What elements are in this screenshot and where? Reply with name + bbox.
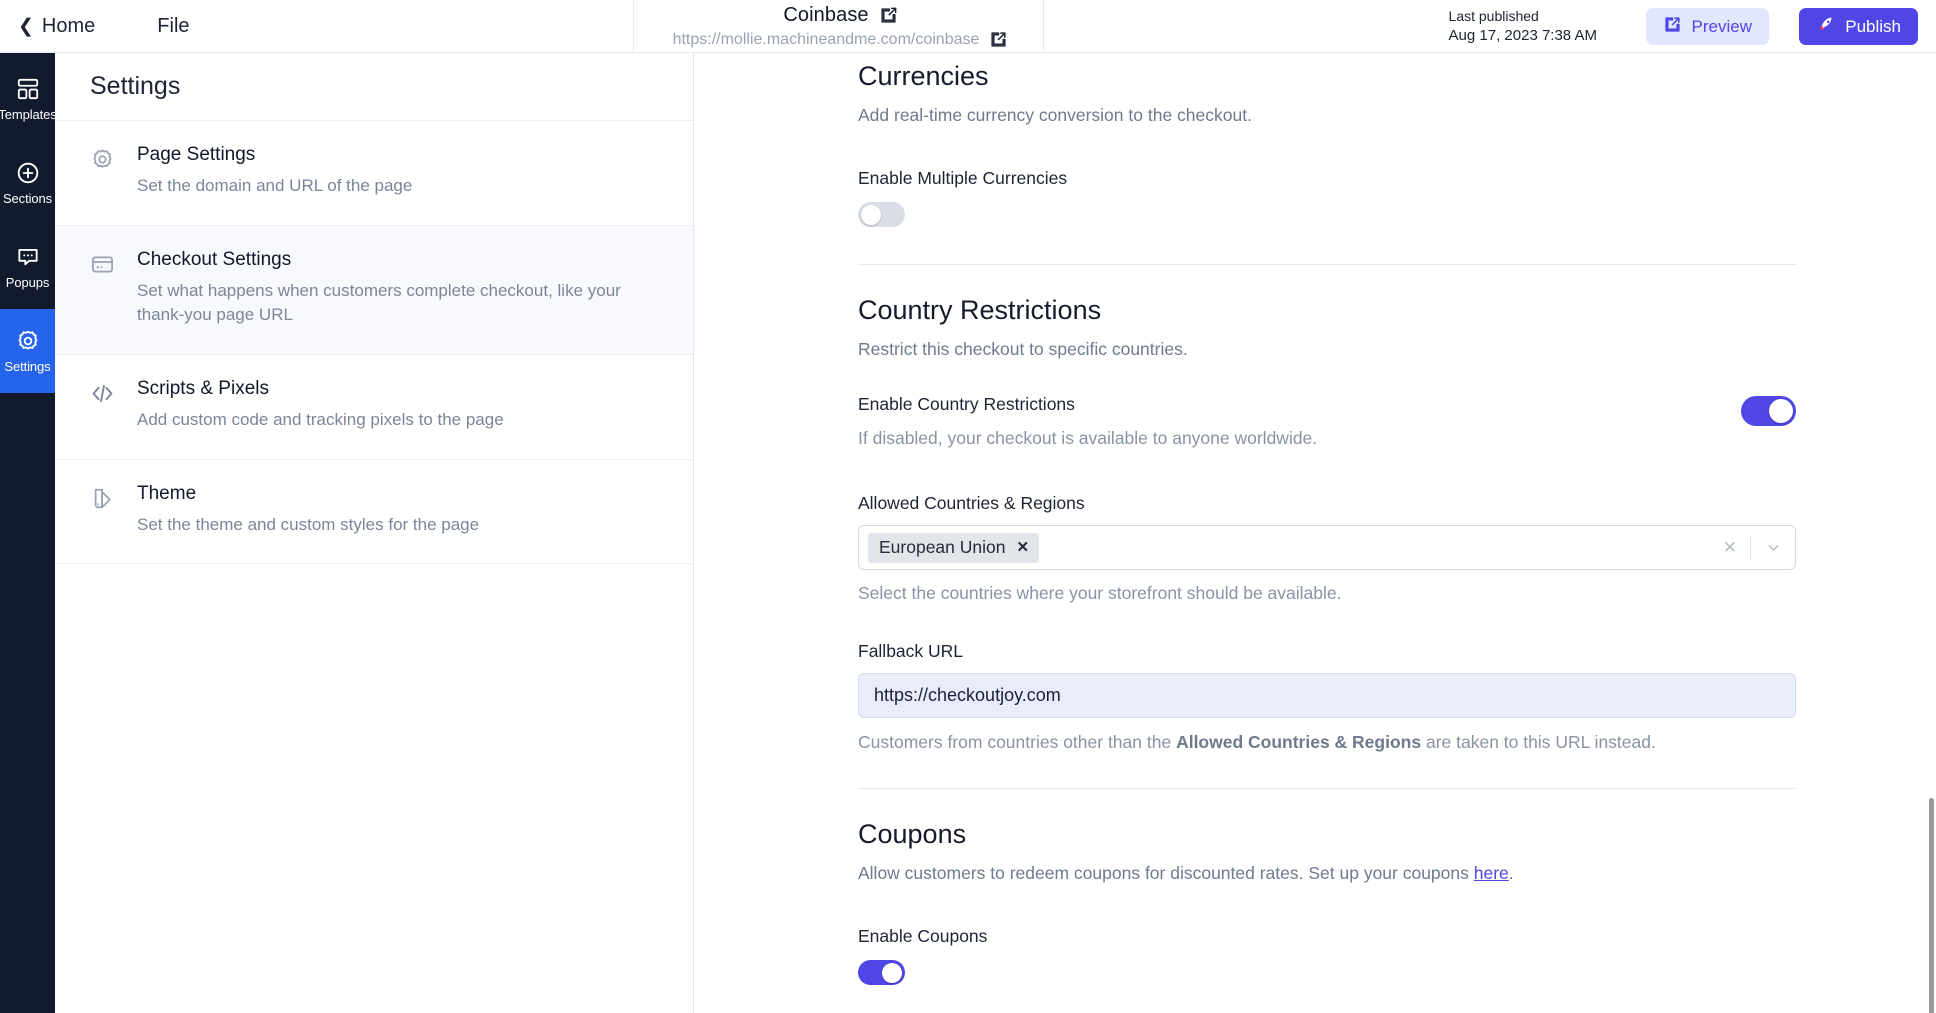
enable-coupons-label: Enable Coupons: [858, 926, 988, 946]
toggle-knob: [1769, 399, 1793, 423]
country-restrictions-title: Country Restrictions: [858, 295, 1102, 325]
coupons-desc: Allow customers to redeem coupons for di…: [858, 863, 1796, 884]
coupons-desc-pre: Allow customers to redeem coupons for di…: [858, 863, 1474, 883]
gear-icon: [15, 328, 41, 354]
rail-item-label: Settings: [4, 359, 51, 374]
page-url-row: https://mollie.machineandme.com/coinbase: [652, 30, 1029, 49]
page-title: Coinbase: [783, 4, 869, 26]
publish-button[interactable]: Publish: [1799, 8, 1918, 45]
settings-panel-header: Settings: [55, 53, 693, 121]
rail-item-label: Templates: [0, 107, 57, 122]
country-restrictions-title-wrap: Country Restrictions: [844, 295, 1132, 332]
section-currencies: Currencies Add real-time currency conver…: [694, 53, 1936, 227]
settings-item-desc: Add custom code and tracking pixels to t…: [137, 409, 504, 429]
currencies-desc: Add real-time currency conversion to the…: [858, 105, 1252, 125]
rail-item-popups[interactable]: Popups: [0, 225, 55, 309]
publish-button-label: Publish: [1845, 16, 1901, 36]
settings-panel: Settings Page Settings Set the domain an…: [55, 53, 694, 1013]
select-controls: ✕: [1710, 526, 1795, 569]
preview-button[interactable]: Preview: [1645, 8, 1769, 45]
rail-item-sections[interactable]: Sections: [0, 141, 55, 225]
enable-coupons-toggle[interactable]: [858, 960, 905, 985]
vertical-scrollbar[interactable]: [1929, 798, 1934, 1013]
toggle-knob: [882, 962, 902, 983]
country-chip-label: European Union: [879, 537, 1006, 557]
fallback-hint-pre: Customers from countries other than the: [858, 732, 1177, 752]
last-published-block: Last published Aug 17, 2023 7:38 AM: [1449, 7, 1597, 46]
settings-item-desc: Set the theme and custom styles for the …: [137, 514, 480, 534]
currencies-title: Currencies: [858, 61, 989, 91]
settings-item-desc: Set what happens when customers complete…: [137, 280, 621, 325]
settings-item-title: Checkout Settings: [137, 248, 292, 270]
main-content: Currencies Add real-time currency conver…: [694, 53, 1936, 1013]
toggle-knob: [861, 204, 881, 225]
settings-item-title: Scripts & Pixels: [137, 377, 269, 399]
edit-square-icon[interactable]: [879, 6, 898, 25]
page-name-row: Coinbase: [652, 4, 1029, 27]
chevron-left-icon: ❮: [18, 15, 34, 37]
chat-bubble-icon: [15, 244, 41, 270]
section-coupons: Coupons Allow customers to redeem coupon…: [694, 789, 1936, 985]
enable-country-restrictions-desc: If disabled, your checkout is available …: [858, 428, 1318, 448]
allowed-countries-hint: Select the countries where your storefro…: [858, 583, 1342, 603]
rail-item-label: Sections: [2, 191, 53, 206]
rail-item-templates[interactable]: Templates: [0, 57, 57, 141]
close-x-icon[interactable]: ✕: [1016, 540, 1029, 555]
settings-item-title: Theme: [137, 482, 197, 504]
left-nav-rail: Templates Sections Popups Settings: [0, 53, 57, 1013]
section-country-restrictions: Country Restrictions Restrict this check…: [694, 265, 1936, 753]
fallback-url-label: Fallback URL: [858, 641, 964, 661]
credit-card-icon: [90, 252, 115, 277]
allowed-countries-label: Allowed Countries & Regions: [858, 493, 1085, 513]
coupons-setup-link[interactable]: here: [1474, 863, 1509, 883]
enable-country-restrictions-toggle[interactable]: [1741, 396, 1796, 426]
settings-item-title: Page Settings: [137, 144, 256, 165]
page-url: https://mollie.machineandme.com/coinbase: [672, 30, 980, 48]
page-title-block: Coinbase https://mollie.machineandme.com…: [633, 0, 1044, 53]
settings-heading: Settings: [90, 72, 181, 100]
country-chip[interactable]: European Union ✕: [868, 532, 1040, 563]
clear-x-icon[interactable]: ✕: [1710, 538, 1750, 558]
fallback-hint-bold: Allowed Countries & Regions: [1176, 732, 1422, 752]
templates-icon: [15, 76, 41, 102]
palette-icon: [90, 486, 115, 511]
country-restrictions-desc: Restrict this checkout to specific count…: [858, 339, 1188, 359]
rail-item-label: Popups: [5, 275, 50, 290]
top-bar: ❮ Home File Coinbase https://mollie.mach…: [0, 0, 1936, 53]
coupons-desc-post: .: [1508, 863, 1514, 883]
fallback-url-input[interactable]: https://checkoutjoy.com: [858, 673, 1796, 718]
home-button[interactable]: ❮ Home: [18, 15, 95, 38]
chevron-down-icon[interactable]: [1751, 539, 1795, 556]
external-link-icon: [1663, 15, 1682, 39]
enable-country-restrictions-label: Enable Country Restrictions: [858, 394, 1075, 414]
settings-item-theme[interactable]: Theme Set the theme and custom styles fo…: [55, 460, 693, 565]
gear-icon: [90, 147, 115, 172]
coupons-title: Coupons: [858, 819, 967, 849]
last-published-label: Last published: [1448, 8, 1539, 24]
preview-button-label: Preview: [1691, 16, 1752, 36]
external-link-icon[interactable]: [989, 30, 1008, 49]
home-button-label: Home: [41, 14, 96, 37]
settings-item-page-settings[interactable]: Page Settings Set the domain and URL of …: [55, 121, 693, 226]
settings-item-scripts-pixels[interactable]: Scripts & Pixels Add custom code and tra…: [55, 355, 693, 460]
fallback-url-hint: Customers from countries other than the …: [858, 732, 1796, 753]
fallback-hint-post: are taken to this URL instead.: [1421, 732, 1656, 752]
allowed-countries-select[interactable]: European Union ✕ ✕: [858, 525, 1796, 570]
enable-multiple-currencies-toggle[interactable]: [858, 202, 905, 227]
rail-item-settings[interactable]: Settings: [0, 309, 55, 393]
code-icon: [90, 381, 115, 406]
settings-item-checkout-settings[interactable]: Checkout Settings Set what happens when …: [55, 225, 693, 355]
rocket-icon: [1816, 14, 1836, 39]
plus-circle-icon: [15, 160, 41, 186]
last-published-date: Aug 17, 2023 7:38 AM: [1448, 26, 1597, 44]
settings-item-desc: Set the domain and URL of the page: [137, 176, 413, 195]
file-menu-button[interactable]: File: [157, 15, 189, 38]
enable-multiple-currencies-label: Enable Multiple Currencies: [858, 168, 1068, 188]
